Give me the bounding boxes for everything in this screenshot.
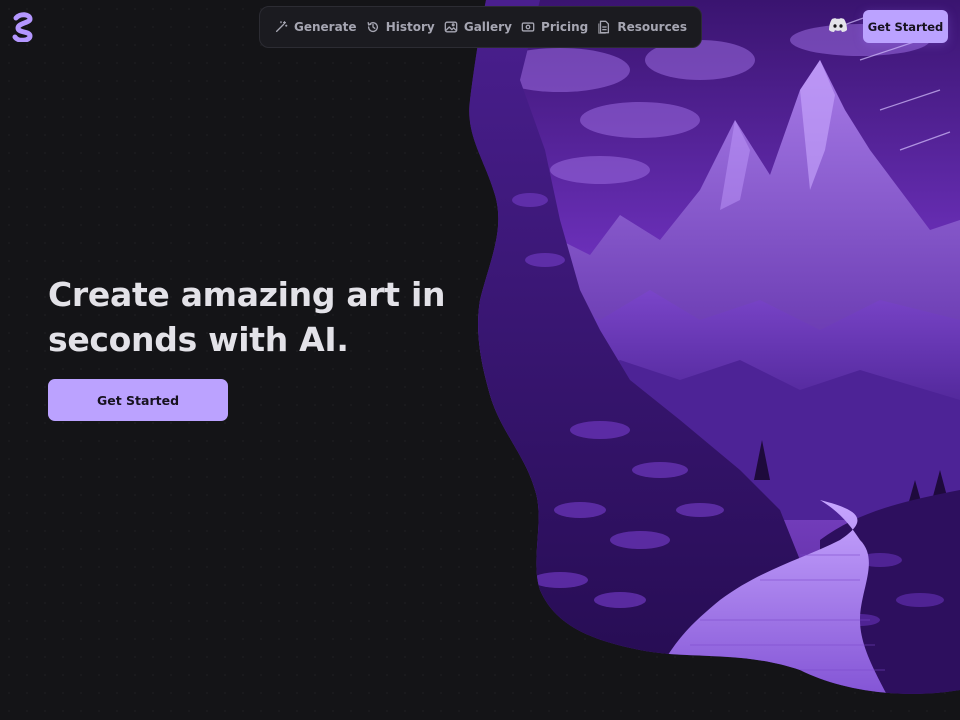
nav-item-resources[interactable]: Resources	[597, 20, 687, 34]
history-icon	[367, 21, 378, 33]
nav-item-label: Generate	[294, 20, 357, 34]
headline-line-2: seconds with AI.	[48, 320, 349, 359]
image-icon	[444, 21, 458, 33]
stripe-s-logo-icon[interactable]	[12, 12, 34, 42]
magic-wand-icon	[275, 21, 288, 33]
header-get-started-button[interactable]: Get Started	[863, 10, 948, 43]
document-icon	[598, 20, 610, 34]
nav-item-gallery[interactable]: Gallery	[444, 20, 512, 34]
hero-get-started-button[interactable]: Get Started	[48, 379, 228, 421]
nav-item-label: Resources	[617, 20, 687, 34]
money-icon	[521, 22, 535, 32]
nav-item-generate[interactable]: Generate	[274, 20, 357, 34]
headline-line-1: Create amazing art in	[48, 275, 446, 314]
hero-headline: Create amazing art in seconds with AI.	[48, 272, 448, 362]
nav-item-label: Pricing	[541, 20, 589, 34]
nav-item-label: History	[385, 20, 435, 34]
nav-item-label: Gallery	[463, 20, 512, 34]
nav-item-pricing[interactable]: Pricing	[521, 20, 588, 34]
main-nav: Generate History Gallery Pricing Resourc…	[259, 6, 702, 48]
nav-item-history[interactable]: History	[366, 20, 435, 34]
discord-icon[interactable]	[828, 17, 848, 33]
landing-page: Generate History Gallery Pricing Resourc…	[0, 0, 960, 720]
